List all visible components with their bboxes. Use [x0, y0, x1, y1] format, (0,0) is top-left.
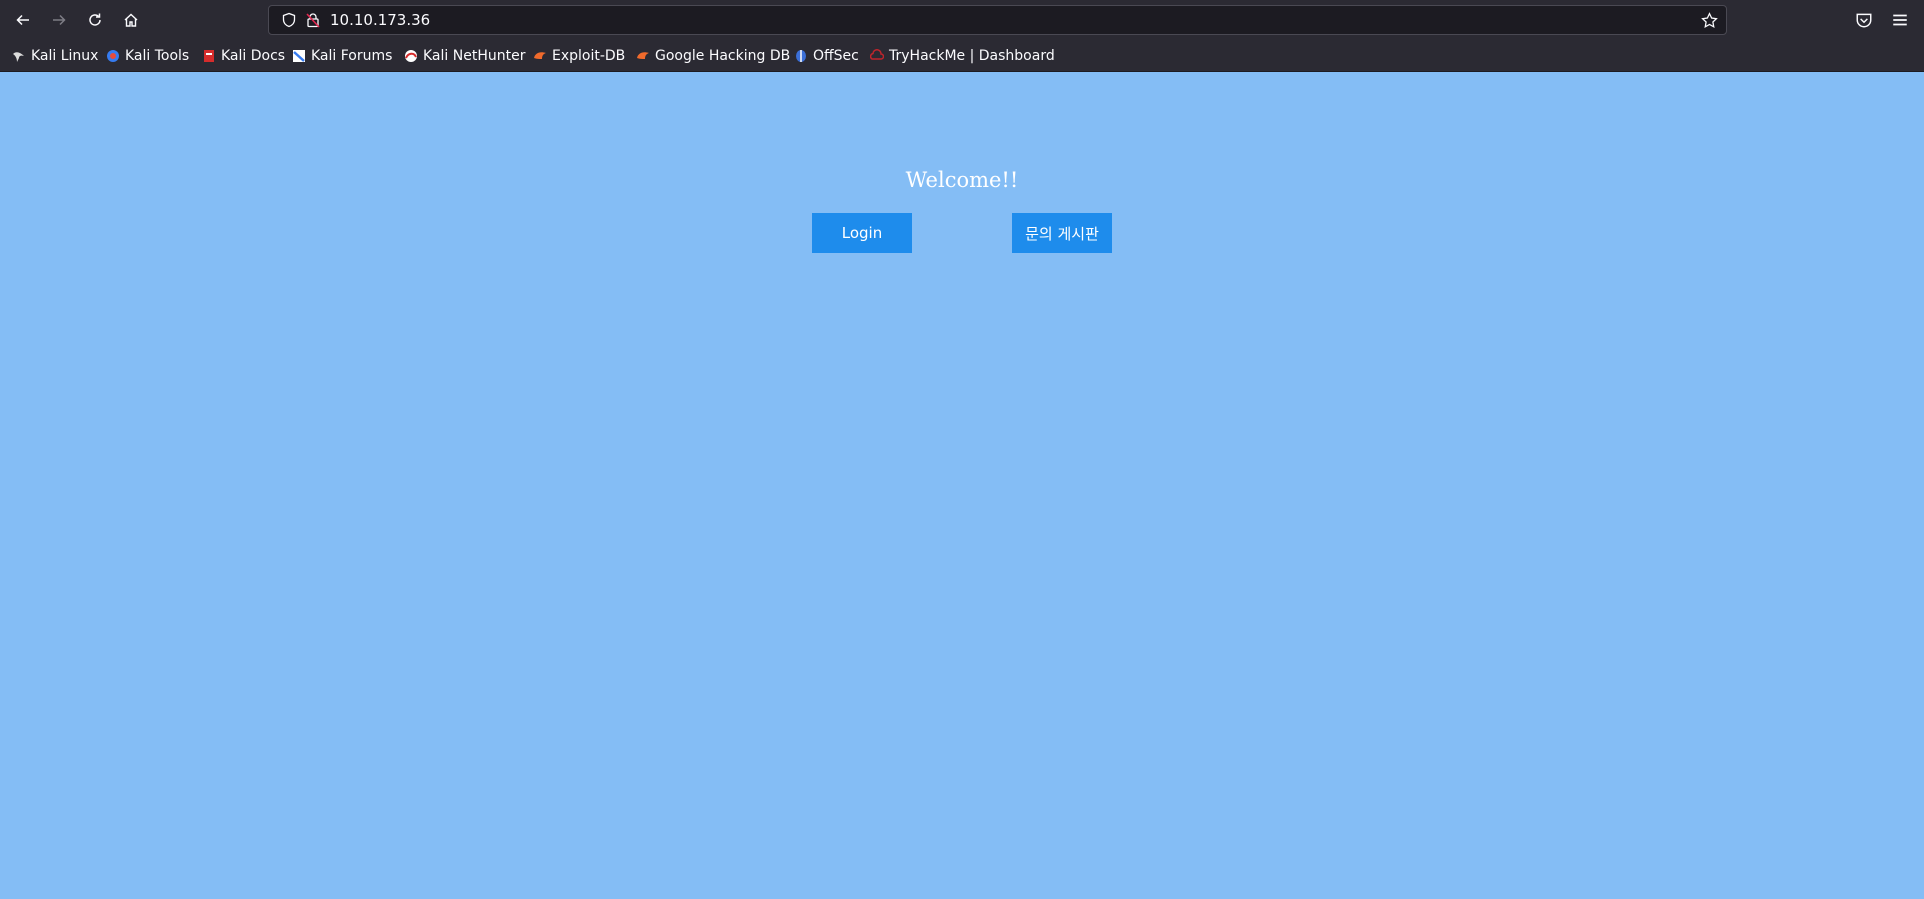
bookmark-kali-tools[interactable]: Kali Tools: [106, 47, 189, 65]
bookmark-label: OffSec: [813, 48, 859, 64]
home-icon: [124, 13, 138, 27]
bookmarks-toolbar: Kali Linux Kali Tools Kali Docs Kali For…: [0, 40, 1924, 72]
bookmark-kali-nethunter[interactable]: Kali NetHunter: [404, 47, 525, 65]
back-button[interactable]: [10, 7, 36, 33]
reload-icon: [89, 13, 101, 26]
bookmark-label: Kali Forums: [311, 48, 393, 64]
bookmark-kali-docs[interactable]: Kali Docs: [202, 47, 285, 65]
bookmark-offsec[interactable]: OffSec: [794, 47, 859, 65]
bookmark-exploit-db[interactable]: Exploit-DB: [533, 47, 625, 65]
tryhackme-icon: [870, 49, 884, 60]
bookmark-kali-linux[interactable]: Kali Linux: [12, 47, 98, 65]
bookmark-label: TryHackMe | Dashboard: [889, 48, 1055, 64]
url-text[interactable]: 10.10.173.36: [330, 11, 430, 29]
bookmark-label: Exploit-DB: [552, 48, 626, 64]
bookmark-tryhackme[interactable]: TryHackMe | Dashboard: [870, 47, 1055, 65]
inquiry-board-button[interactable]: 문의 게시판: [1012, 213, 1112, 253]
exploit-db-icon: [534, 52, 546, 59]
back-arrow-icon: [16, 14, 29, 26]
home-button[interactable]: [118, 7, 144, 33]
kali-forums-icon: [293, 50, 305, 62]
menu-icon[interactable]: [1891, 11, 1909, 29]
browser-toolbar: 10.10.173.36: [0, 0, 1924, 40]
bookmark-star-icon[interactable]: [1701, 12, 1718, 29]
bookmark-label: Kali Tools: [125, 48, 190, 64]
page-content: Welcome!! Login 문의 게시판: [0, 72, 1924, 899]
bookmark-kali-forums[interactable]: Kali Forums: [292, 47, 392, 65]
url-bar[interactable]: 10.10.173.36: [268, 5, 1727, 35]
kali-dragon-icon: [13, 52, 24, 62]
bookmark-label: Google Hacking DB: [655, 48, 791, 64]
pocket-icon[interactable]: [1855, 11, 1873, 29]
bookmark-label: Kali NetHunter: [423, 48, 526, 64]
ghdb-icon: [637, 52, 649, 59]
login-button[interactable]: Login: [812, 213, 912, 253]
forward-arrow-icon: [53, 14, 66, 26]
kali-docs-icon: [204, 50, 214, 62]
nethunter-icon: [405, 50, 417, 62]
bookmark-label: Kali Linux: [31, 48, 99, 64]
lock-insecure-icon[interactable]: [305, 12, 321, 28]
bookmark-label: Kali Docs: [221, 48, 286, 64]
shield-icon[interactable]: [281, 12, 297, 28]
forward-button[interactable]: [46, 7, 72, 33]
kali-tools-icon: [107, 50, 119, 62]
bookmark-google-hacking-db[interactable]: Google Hacking DB: [636, 47, 790, 65]
reload-button[interactable]: [82, 7, 108, 33]
offsec-icon: [796, 50, 806, 62]
welcome-heading: Welcome!!: [905, 168, 1019, 192]
